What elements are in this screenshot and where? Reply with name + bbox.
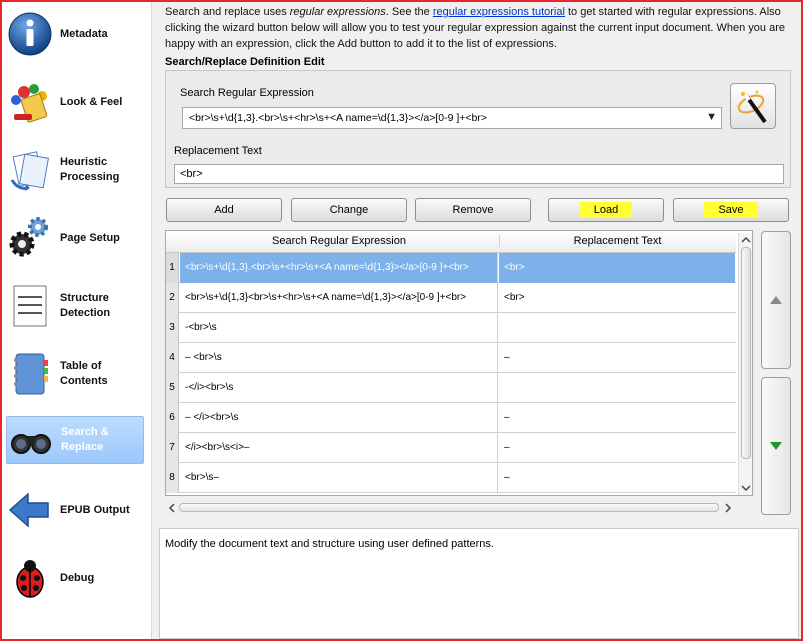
triangle-down-icon — [770, 442, 782, 450]
ladybug-icon — [6, 554, 54, 602]
table-row[interactable]: 7 </i><br>\s<i>– – — [166, 433, 736, 463]
sidebar-item-debug[interactable]: Debug — [6, 554, 144, 602]
table-vertical-scrollbar[interactable] — [738, 233, 752, 495]
save-button-label: Save — [704, 202, 758, 218]
sidebar-item-heuristic-processing[interactable]: Heuristic Processing — [6, 146, 144, 194]
table-row[interactable]: 5 -</i><br>\s — [166, 373, 736, 403]
save-button[interactable]: Save — [673, 198, 789, 222]
chevron-down-icon[interactable]: ▼ — [706, 111, 717, 123]
description-panel: Modify the document text and structure u… — [159, 528, 799, 639]
sidebar-item-label: EPUB Output — [60, 503, 130, 516]
scroll-down-icon[interactable] — [740, 483, 752, 493]
table-row[interactable]: 8 <br>\s– – — [166, 463, 736, 493]
sidebar-item-label: Search & Replace — [61, 426, 109, 453]
expressions-table: Search Regular Expression Replacement Te… — [165, 230, 753, 496]
table-row[interactable]: 1 <br>\s+\d{1,3}.<br>\s+<hr>\s+<A name=\… — [166, 253, 736, 283]
sidebar-item-label: Heuristic Processing — [60, 156, 120, 183]
column-header-search[interactable]: Search Regular Expression — [180, 235, 498, 247]
scroll-up-icon[interactable] — [740, 235, 752, 245]
sidebar-item-label: Page Setup — [60, 231, 120, 244]
load-button-label: Load — [579, 202, 633, 218]
sidebar-item-look-and-feel[interactable]: Look & Feel — [6, 78, 144, 126]
documents-icon — [6, 146, 54, 194]
table-row[interactable]: 4 – <br>\s – — [166, 343, 736, 373]
add-button[interactable]: Add — [166, 198, 282, 222]
sidebar-item-label: Structure Detection — [60, 292, 111, 319]
scroll-right-icon[interactable] — [723, 502, 733, 514]
move-up-button[interactable] — [761, 231, 791, 369]
regex-wizard-button[interactable] — [730, 83, 776, 129]
sidebar-item-search-and-replace[interactable]: Search & Replace — [6, 416, 144, 464]
info-icon — [6, 10, 54, 58]
page-lines-icon — [6, 282, 54, 330]
column-header-replacement[interactable]: Replacement Text — [499, 235, 735, 247]
sidebar-item-epub-output[interactable]: EPUB Output — [6, 486, 144, 534]
sidebar-item-table-of-contents[interactable]: Table of Contents — [6, 350, 144, 398]
notebook-icon — [6, 350, 54, 398]
sidebar-item-label: Table of Contents — [60, 360, 108, 387]
triangle-up-icon — [770, 296, 782, 304]
scrollbar-thumb[interactable] — [179, 503, 719, 512]
search-regex-label: Search Regular Expression — [180, 87, 314, 99]
remove-button[interactable]: Remove — [415, 198, 531, 222]
sidebar-item-metadata[interactable]: Metadata — [6, 10, 144, 58]
table-row[interactable]: 3 -<br>\s — [166, 313, 736, 343]
scrollbar-thumb[interactable] — [741, 247, 751, 459]
scroll-left-icon[interactable] — [167, 502, 177, 514]
definition-edit-group: Search Regular Expression <br>\s+\d{1,3}… — [165, 70, 791, 188]
move-down-button[interactable] — [761, 377, 791, 515]
replacement-text-input[interactable]: <br> — [174, 164, 784, 184]
arrow-left-icon — [6, 486, 54, 534]
sidebar-item-label: Look & Feel — [60, 95, 123, 108]
intro-text: Search and replace uses regular expressi… — [165, 6, 785, 50]
table-row[interactable]: 6 – </i><br>\s – — [166, 403, 736, 433]
section-title: Search/Replace Definition Edit — [165, 56, 325, 68]
table-header: Search Regular Expression Replacement Te… — [166, 231, 736, 253]
table-row[interactable]: 2 <br>\s+\d{1,3}<br>\s+<hr>\s+<A name=\d… — [166, 283, 736, 313]
sidebar-item-page-setup[interactable]: Page Setup — [6, 214, 144, 262]
sidebar: Metadata Look & Feel Heuristic Processin… — [2, 2, 152, 639]
load-button[interactable]: Load — [548, 198, 664, 222]
regex-tutorial-link[interactable]: regular expressions tutorial — [433, 6, 565, 18]
paint-icon — [6, 78, 54, 126]
table-horizontal-scrollbar[interactable] — [165, 500, 735, 514]
binoculars-icon — [7, 416, 55, 464]
search-regex-combobox[interactable]: <br>\s+\d{1,3}.<br>\s+<hr>\s+<A name=\d{… — [182, 107, 722, 129]
sidebar-item-label: Debug — [60, 571, 95, 584]
main-panel: Search and replace uses regular expressi… — [153, 2, 801, 639]
sidebar-item-structure-detection[interactable]: Structure Detection — [6, 282, 144, 330]
sidebar-item-label: Metadata — [60, 27, 108, 40]
replacement-text-label: Replacement Text — [174, 145, 262, 157]
magic-wand-icon — [737, 90, 767, 124]
change-button[interactable]: Change — [291, 198, 407, 222]
gears-icon — [6, 214, 54, 262]
